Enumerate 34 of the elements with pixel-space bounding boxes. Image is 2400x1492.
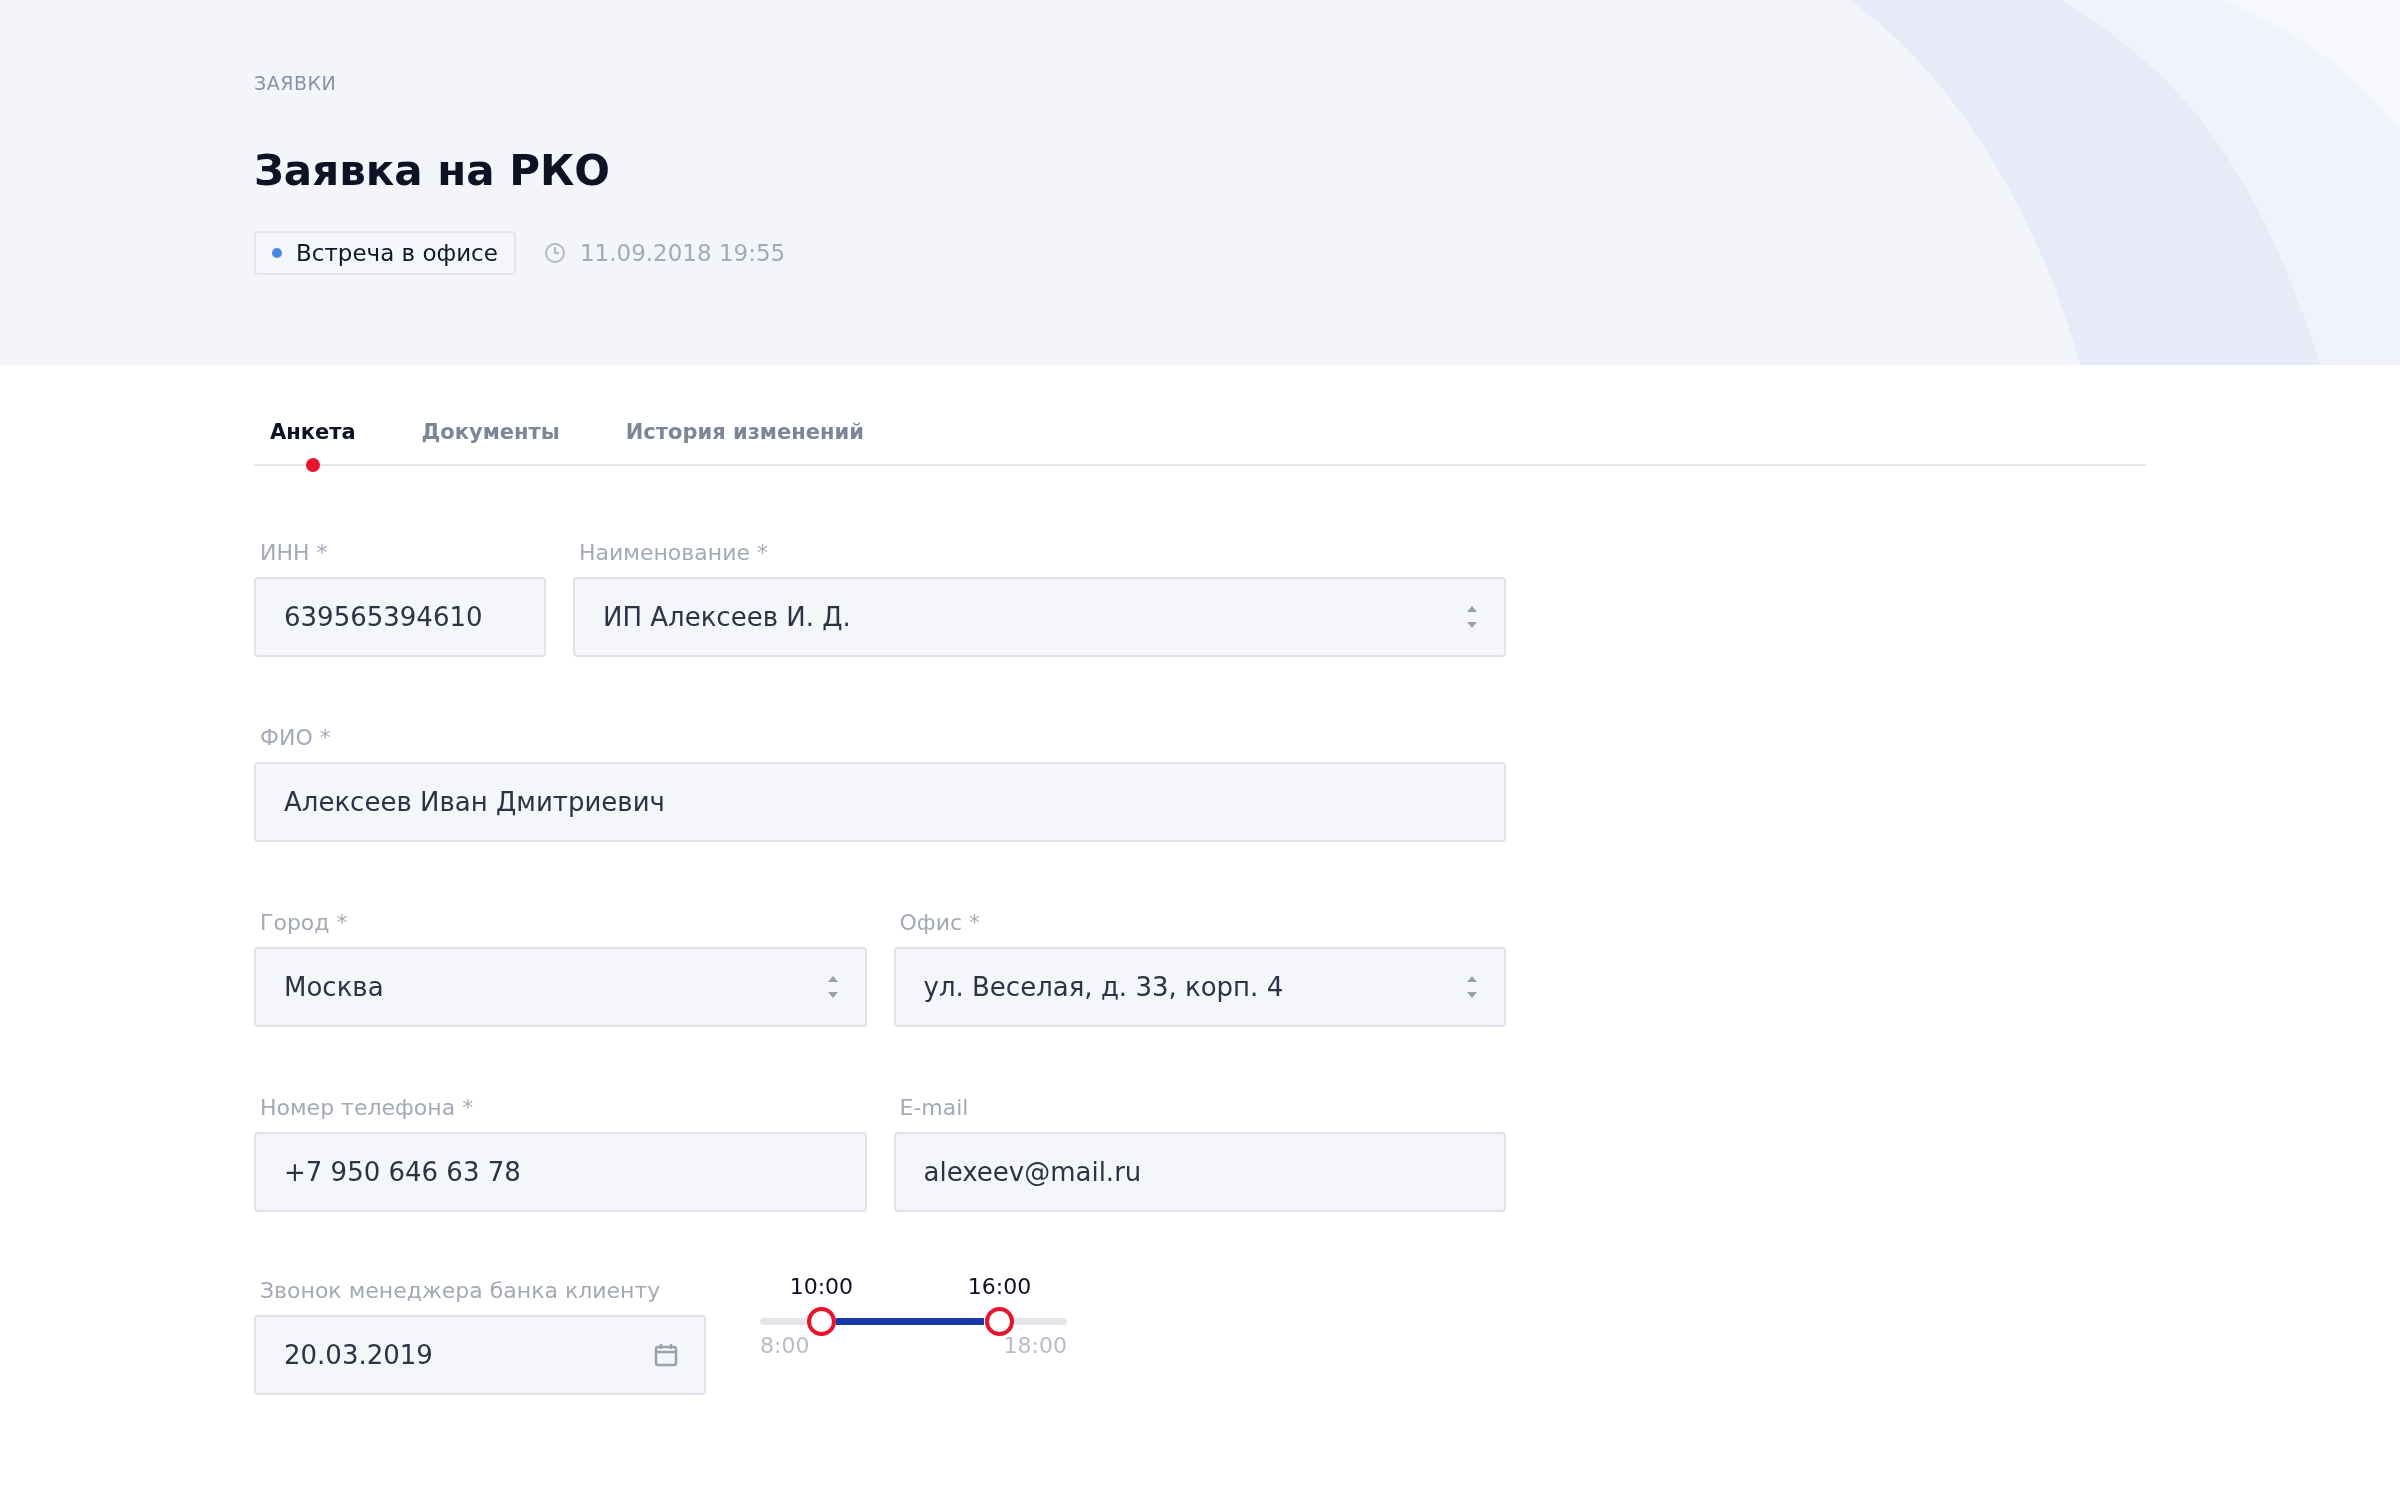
input-field[interactable]: alexeev@mail.ru bbox=[893, 1132, 1506, 1212]
thumb-label: 10:00 bbox=[789, 1274, 854, 1299]
tab[interactable]: История изменений bbox=[625, 420, 864, 472]
select-field[interactable]: Москва bbox=[254, 947, 867, 1027]
slider-thumb[interactable] bbox=[985, 1307, 1015, 1336]
max-label: 18:00 bbox=[1003, 1333, 1067, 1358]
field-label: E-mail bbox=[898, 1095, 970, 1120]
date-field[interactable]: 20.03.2019 bbox=[254, 1315, 706, 1395]
select-field[interactable]: ул. Веселая, д. 33, корп. 4 bbox=[893, 947, 1506, 1027]
select-field[interactable]: ИП Алексеев И. Д. bbox=[573, 577, 1506, 657]
calendar-icon[interactable] bbox=[654, 1343, 678, 1367]
sort-icon bbox=[826, 974, 839, 1000]
sort-icon bbox=[1466, 974, 1478, 1000]
status-label: Встреча в офисе bbox=[296, 240, 498, 266]
input-field[interactable]: Алексеев Иван Дмитриевич bbox=[254, 762, 1506, 842]
min-label: 8:00 bbox=[760, 1333, 810, 1358]
page-title: Заявка на РКО bbox=[254, 146, 610, 195]
tab[interactable]: Документы bbox=[421, 420, 560, 472]
tab[interactable]: Анкета bbox=[270, 420, 356, 472]
field-label: ФИО * bbox=[259, 725, 332, 750]
field-label: Офис * bbox=[898, 910, 981, 935]
date-time: 11.09.2018 19:55 bbox=[579, 240, 786, 266]
field-label: Наименование * bbox=[578, 540, 769, 565]
thumb-label: 16:00 bbox=[967, 1274, 1032, 1299]
tab-indicator bbox=[305, 458, 320, 472]
field-label: Звонок менеджера банка клиенту bbox=[259, 1278, 662, 1303]
input-field[interactable]: 639565394610 bbox=[254, 577, 546, 657]
clock-icon bbox=[543, 242, 566, 264]
field-label: Номер телефона * bbox=[259, 1095, 475, 1120]
slider-thumb[interactable] bbox=[807, 1307, 837, 1336]
input-field[interactable]: +7 950 646 63 78 bbox=[254, 1132, 867, 1212]
field-label: ИНН * bbox=[259, 540, 329, 565]
sort-icon bbox=[1466, 604, 1478, 630]
field-label: Город * bbox=[259, 910, 349, 935]
